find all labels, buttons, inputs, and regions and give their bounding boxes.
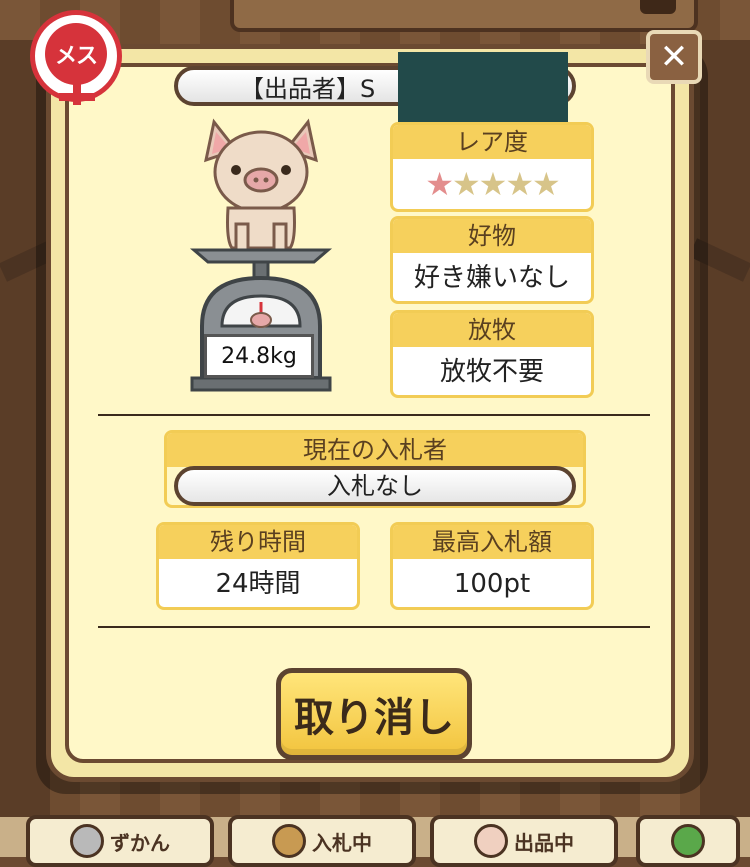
star-empty-icon: ★ — [451, 165, 481, 203]
nav-label: 入札中 — [312, 830, 372, 855]
time-left-card: 残り時間 24時間 — [156, 522, 360, 610]
star-empty-icon: ★ — [478, 165, 508, 203]
time-left-label: 残り時間 — [159, 525, 357, 559]
favorite-value: 好き嫌いなし — [413, 263, 570, 293]
cancel-button[interactable]: 取り消し — [276, 668, 472, 760]
gender-label: メス — [54, 44, 98, 69]
weight-value: 24.8kg — [221, 343, 297, 369]
nav-label: ずかん — [110, 830, 170, 855]
star-empty-icon: ★ — [505, 165, 534, 203]
magnifier-icon — [70, 824, 104, 858]
cancel-label: 取り消し — [294, 695, 454, 741]
grazing-card: 放牧 放牧不要 — [390, 310, 594, 398]
favorite-label: 好物 — [393, 219, 591, 253]
nav-listing-button[interactable]: 出品中 — [430, 815, 618, 867]
favorite-card: 好物 好き嫌いなし — [390, 216, 594, 304]
grazing-label: 放牧 — [393, 313, 591, 347]
rarity-label: レア度 — [393, 125, 591, 159]
rarity-card: レア度 ★★★★★ — [390, 122, 594, 212]
nav-more-button[interactable] — [636, 815, 740, 867]
female-badge: メス — [30, 10, 122, 105]
current-bidder-label: 現在の入札者 — [167, 433, 583, 467]
nav-bidding-button[interactable]: 入札中 — [228, 815, 416, 867]
nav-zukan-button[interactable]: ずかん — [26, 815, 214, 867]
nav-label: 出品中 — [514, 830, 574, 855]
highest-bid-card: 最高入札額 100pt — [390, 522, 594, 610]
highest-bid-value: 100pt — [453, 569, 531, 599]
time-left-value: 24時間 — [215, 569, 301, 599]
pig-icon — [474, 824, 508, 858]
background-top-bar — [230, 0, 698, 32]
star-empty-icon: ★ — [532, 165, 561, 203]
close-button[interactable]: ✕ — [646, 30, 702, 84]
weight-display: 24.8kg — [204, 334, 314, 378]
bottom-nav: ずかん 入札中 出品中 — [0, 815, 750, 867]
close-icon: ✕ — [659, 37, 689, 77]
highest-bid-label: 最高入札額 — [393, 525, 591, 559]
rarity-stars: ★★★★★ — [393, 159, 591, 209]
divider — [98, 414, 650, 416]
current-bidder-value: 入札なし — [174, 466, 576, 506]
divider — [98, 626, 650, 628]
grazing-value: 放牧不要 — [439, 357, 544, 387]
redaction-block — [398, 52, 568, 126]
gavel-icon — [272, 824, 306, 858]
exhibitor-label: 【出品者】S — [240, 74, 376, 103]
star-filled-icon: ★ — [425, 165, 454, 203]
arrow-icon — [671, 824, 705, 858]
